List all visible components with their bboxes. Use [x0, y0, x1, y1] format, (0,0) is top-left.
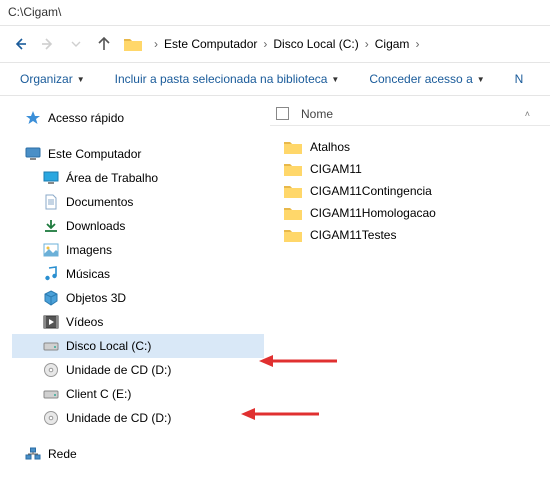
this-pc[interactable]: Este Computador — [12, 142, 264, 166]
navbar: › Este Computador › Disco Local (C:) › C… — [0, 26, 550, 62]
forward-button[interactable] — [36, 32, 60, 56]
toolbar: Organizar ▼ Incluir a pasta selecionada … — [0, 62, 550, 96]
titlebar: C:\Cigam\ — [0, 0, 550, 26]
column-name-label: Nome — [301, 107, 333, 121]
breadcrumb[interactable]: › Este Computador › Disco Local (C:) › C… — [148, 32, 542, 56]
sidebar-item-3d[interactable]: Objetos 3D — [12, 286, 264, 310]
column-header: Nome ˄ — [270, 102, 550, 126]
file-name: Atalhos — [310, 140, 350, 154]
sidebar-item-label: Unidade de CD (D:) — [66, 411, 171, 425]
computer-icon — [24, 146, 42, 162]
sidebar-item-documents[interactable]: Documentos — [12, 190, 264, 214]
include-library-menu[interactable]: Incluir a pasta selecionada na bibliotec… — [109, 68, 346, 90]
downloads-icon — [42, 218, 60, 234]
crumb-folder[interactable]: Cigam — [371, 35, 414, 53]
file-name: CIGAM11Homologacao — [310, 206, 436, 220]
sidebar-item-label: Vídeos — [66, 315, 103, 329]
drive-icon — [42, 338, 60, 354]
sidebar-item-desktop[interactable]: Área de Trabalho — [12, 166, 264, 190]
organize-menu[interactable]: Organizar ▼ — [14, 68, 91, 90]
sidebar-item-label: Imagens — [66, 243, 112, 257]
window-title: C:\Cigam\ — [8, 5, 61, 19]
documents-icon — [42, 194, 60, 210]
folder-icon — [284, 183, 302, 199]
sidebar-item-label: Músicas — [66, 267, 110, 281]
folder-row[interactable]: CIGAM11Homologacao — [280, 202, 550, 224]
sidebar-item-label: Documentos — [66, 195, 133, 209]
folder-row[interactable]: CIGAM11Testes — [280, 224, 550, 246]
sidebar-item-music[interactable]: Músicas — [12, 262, 264, 286]
up-button[interactable] — [92, 32, 116, 56]
folder-row[interactable]: CIGAM11 — [280, 158, 550, 180]
quick-access[interactable]: Acesso rápido — [12, 106, 264, 130]
sidebar-item-label: Objetos 3D — [66, 291, 126, 305]
sidebar-item-videos[interactable]: Vídeos — [12, 310, 264, 334]
new-label: N — [515, 72, 524, 86]
nav-tree: Acesso rápido Este Computador Área de Tr… — [0, 96, 270, 501]
include-label: Incluir a pasta selecionada na bibliotec… — [115, 72, 328, 86]
file-name: CIGAM11Contingencia — [310, 184, 432, 198]
cd-icon — [42, 410, 60, 426]
back-button[interactable] — [8, 32, 32, 56]
music-icon — [42, 266, 60, 282]
new-menu[interactable]: N — [509, 68, 530, 90]
sidebar-item-label: Client C (E:) — [66, 387, 131, 401]
select-all-checkbox[interactable] — [276, 107, 289, 120]
network-icon — [24, 446, 42, 462]
folder-row[interactable]: CIGAM11Contingencia — [280, 180, 550, 202]
objects3d-icon — [42, 290, 60, 306]
this-pc-label: Este Computador — [48, 147, 141, 161]
file-name: CIGAM11 — [310, 162, 362, 176]
chevron-right-icon: › — [363, 37, 371, 51]
recent-dropdown[interactable] — [64, 32, 88, 56]
arrow-right-icon — [40, 36, 56, 52]
folder-row[interactable]: Atalhos — [280, 136, 550, 158]
videos-icon — [42, 314, 60, 330]
drive-icon — [42, 386, 60, 402]
sidebar-item-label: Downloads — [66, 219, 125, 233]
folder-icon — [284, 161, 302, 177]
crumb-drive[interactable]: Disco Local (C:) — [269, 35, 362, 53]
arrow-up-icon — [96, 36, 112, 52]
chevron-right-icon: › — [413, 37, 421, 51]
file-name: CIGAM11Testes — [310, 228, 396, 242]
sidebar-item-cd-d2[interactable]: Unidade de CD (D:) — [12, 406, 264, 430]
chevron-down-icon — [71, 39, 81, 49]
file-list: Atalhos CIGAM11 CIGAM11Contingencia CIGA… — [270, 126, 550, 246]
chevron-down-icon: ▼ — [331, 75, 339, 84]
chevron-right-icon: › — [261, 37, 269, 51]
network[interactable]: Rede — [12, 442, 264, 466]
sidebar-item-images[interactable]: Imagens — [12, 238, 264, 262]
arrow-left-icon — [12, 36, 28, 52]
sidebar-item-downloads[interactable]: Downloads — [12, 214, 264, 238]
grant-access-menu[interactable]: Conceder acesso a ▼ — [363, 68, 490, 90]
sidebar-item-cd-d[interactable]: Unidade de CD (D:) — [12, 358, 264, 382]
sort-asc-icon: ˄ — [525, 109, 530, 119]
folder-icon — [124, 37, 142, 51]
file-pane: Nome ˄ Atalhos CIGAM11 CIGAM11Contingenc… — [270, 96, 550, 501]
crumb-computer[interactable]: Este Computador — [160, 35, 261, 53]
sidebar-item-label: Unidade de CD (D:) — [66, 363, 171, 377]
desktop-icon — [42, 170, 60, 186]
organize-label: Organizar — [20, 72, 73, 86]
sidebar-item-label: Área de Trabalho — [66, 171, 158, 185]
quick-access-label: Acesso rápido — [48, 111, 124, 125]
content-area: Acesso rápido Este Computador Área de Tr… — [0, 96, 550, 501]
sidebar-item-drive-e[interactable]: Client C (E:) — [12, 382, 264, 406]
folder-icon — [284, 227, 302, 243]
chevron-right-icon: › — [152, 37, 160, 51]
star-icon — [24, 110, 42, 126]
column-name[interactable]: Nome ˄ — [301, 107, 550, 121]
chevron-down-icon: ▼ — [77, 75, 85, 84]
cd-icon — [42, 362, 60, 378]
sidebar-item-label: Disco Local (C:) — [66, 339, 151, 353]
grant-label: Conceder acesso a — [369, 72, 472, 86]
images-icon — [42, 242, 60, 258]
folder-icon — [284, 139, 302, 155]
network-label: Rede — [48, 447, 77, 461]
sidebar-item-drive-c[interactable]: Disco Local (C:) — [12, 334, 264, 358]
folder-icon — [284, 205, 302, 221]
chevron-down-icon: ▼ — [477, 75, 485, 84]
